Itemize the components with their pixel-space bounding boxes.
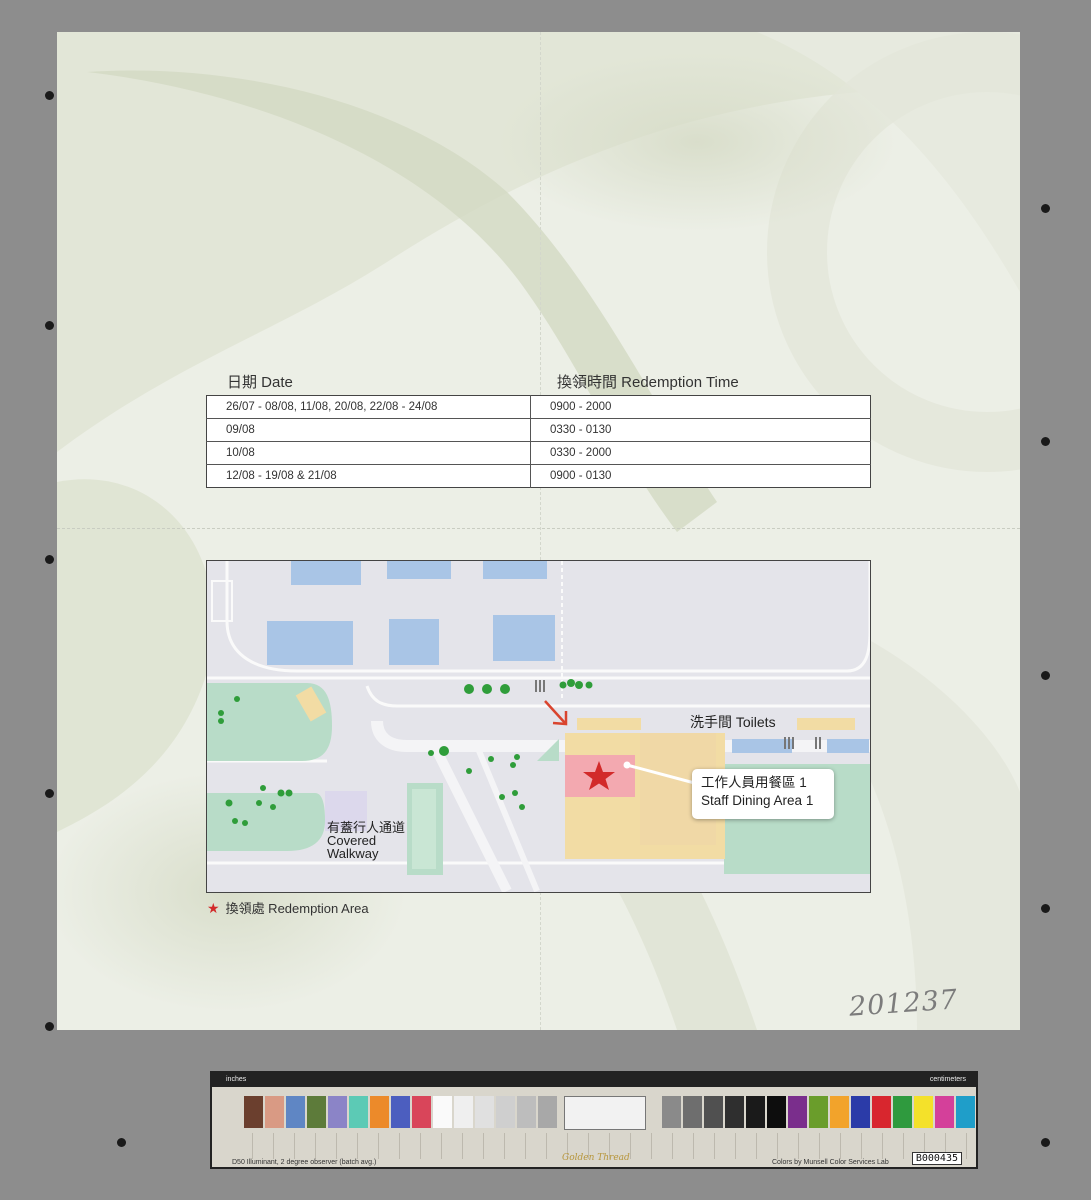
table-row: 09/08 0330 - 0130 xyxy=(206,418,871,442)
binder-hole xyxy=(1041,904,1050,913)
covered-walkway-label: 有蓋行人通道 Covered Walkway xyxy=(327,821,405,860)
color-patch xyxy=(454,1096,473,1128)
date-cell: 10/08 xyxy=(206,441,531,465)
staff-dining-callout: 工作人員用餐區 1 Staff Dining Area 1 xyxy=(692,769,834,819)
centimeters-label: centimeters xyxy=(929,1076,966,1083)
color-patch xyxy=(496,1096,515,1128)
color-patch xyxy=(412,1096,431,1128)
illuminant-note: D50 Illuminant, 2 degree observer (batch… xyxy=(232,1159,377,1166)
inches-label: inches xyxy=(226,1076,247,1083)
color-patch xyxy=(286,1096,305,1128)
binder-hole xyxy=(45,321,54,330)
credit-note: Colors by Munsell Color Services Lab xyxy=(772,1159,889,1166)
resolution-target xyxy=(564,1096,646,1130)
color-patch xyxy=(872,1096,891,1128)
color-patch xyxy=(830,1096,849,1128)
color-patch xyxy=(433,1096,452,1128)
color-patch xyxy=(538,1096,557,1128)
legend-label: 換領處 Redemption Area xyxy=(225,901,369,916)
color-patch xyxy=(725,1096,744,1128)
color-patch xyxy=(935,1096,954,1128)
color-patch xyxy=(391,1096,410,1128)
binder-hole xyxy=(1041,204,1050,213)
color-calibration-target: inches centimeters D50 Illuminant, 2 deg… xyxy=(210,1071,978,1169)
time-cell: 0330 - 2000 xyxy=(530,441,871,465)
binder-hole xyxy=(45,789,54,798)
building-blocks xyxy=(267,561,869,753)
target-code: B000435 xyxy=(911,1152,962,1165)
dining-label-chinese: 工作人員用餐區 1 xyxy=(701,775,807,790)
binder-hole xyxy=(1041,437,1050,446)
color-patch xyxy=(893,1096,912,1128)
binder-hole xyxy=(45,1022,54,1031)
color-patch xyxy=(244,1096,263,1128)
color-patch xyxy=(265,1096,284,1128)
walkway-label-english-2: Walkway xyxy=(327,846,379,861)
color-patch xyxy=(809,1096,828,1128)
time-cell: 0900 - 2000 xyxy=(530,395,871,419)
color-patch xyxy=(370,1096,389,1128)
red-star-icon: ★ xyxy=(207,900,220,916)
color-patch xyxy=(746,1096,765,1128)
color-patch xyxy=(914,1096,933,1128)
binder-hole xyxy=(1041,671,1050,680)
color-patch xyxy=(956,1096,975,1128)
color-patch xyxy=(683,1096,702,1128)
site-map: 洗手間 Toilets 工作人員用餐區 1 Staff Dining Area … xyxy=(206,560,871,893)
table-row: 26/07 - 08/08, 11/08, 20/08, 22/08 - 24/… xyxy=(206,395,871,419)
document-sheet: 日期 Date 換領時間 Redemption Time 26/07 - 08/… xyxy=(57,32,1020,1030)
brand-name: Golden Thread xyxy=(562,1153,630,1163)
binder-hole xyxy=(1041,1138,1050,1147)
redemption-schedule-table: 26/07 - 08/08, 11/08, 20/08, 22/08 - 24/… xyxy=(206,395,871,488)
time-cell: 0900 - 0130 xyxy=(550,470,612,482)
color-patch xyxy=(704,1096,723,1128)
date-column-header: 日期 Date xyxy=(227,374,293,391)
map-legend: ★ 換領處 Redemption Area xyxy=(207,898,369,917)
binder-hole xyxy=(117,1138,126,1147)
color-patch xyxy=(349,1096,368,1128)
binder-hole xyxy=(45,555,54,564)
arrow-icon xyxy=(544,700,568,726)
time-column-header: 換領時間 Redemption Time xyxy=(557,374,739,391)
table-row: 10/08 0330 - 2000 xyxy=(206,441,871,465)
color-patch xyxy=(767,1096,786,1128)
color-patch xyxy=(662,1096,681,1128)
color-patch xyxy=(851,1096,870,1128)
fold-line-horizontal xyxy=(57,528,1020,529)
ruler-stripe xyxy=(212,1073,976,1087)
color-patch xyxy=(788,1096,807,1128)
color-patch xyxy=(475,1096,494,1128)
date-cell: 26/07 - 08/08, 11/08, 20/08, 22/08 - 24/… xyxy=(206,395,531,419)
color-patch xyxy=(328,1096,347,1128)
color-patch xyxy=(307,1096,326,1128)
date-cell: 12/08 - 19/08 & 21/08 xyxy=(206,464,531,488)
time-cell: 0330 - 0130 xyxy=(530,418,871,442)
binder-hole xyxy=(45,91,54,100)
date-cell: 09/08 xyxy=(206,418,531,442)
color-patch xyxy=(517,1096,536,1128)
toilets-label: 洗手間 Toilets xyxy=(690,714,776,730)
dining-label-english: Staff Dining Area 1 xyxy=(701,793,814,808)
table-row: 12/08 - 19/08 & 21/08 0900 - 0130 xyxy=(206,464,871,488)
